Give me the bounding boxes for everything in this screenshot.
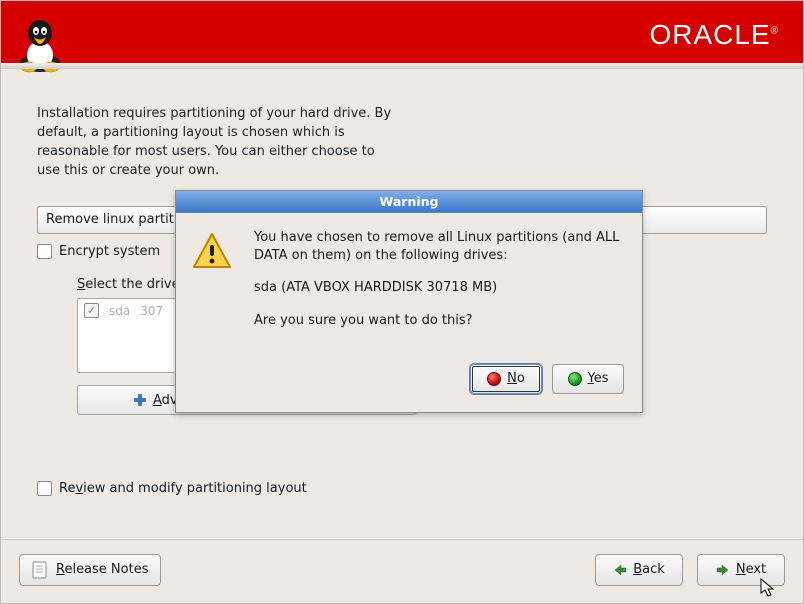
dialog-text: You have chosen to remove all Linux part… (254, 229, 624, 344)
review-label: Review and modify partitioning layout (59, 481, 307, 496)
drive-size: 307 (140, 304, 163, 318)
yes-button[interactable]: Yes (552, 364, 624, 394)
header: ORACLE® (1, 1, 803, 69)
arrow-left-icon (613, 564, 627, 576)
document-icon (32, 561, 48, 579)
release-notes-button[interactable]: Release Notes (19, 554, 161, 586)
yes-icon (568, 372, 582, 386)
encrypt-label: Encrypt system (59, 244, 160, 259)
arrow-right-icon (716, 564, 730, 576)
no-icon (487, 372, 501, 386)
next-button[interactable]: Next (697, 554, 785, 586)
back-button[interactable]: Back (595, 554, 683, 586)
checkbox-icon[interactable] (37, 244, 52, 259)
warning-icon (190, 231, 234, 271)
checkbox-icon[interactable] (37, 481, 52, 496)
warning-dialog: Warning You have chosen to remove all Li… (175, 190, 643, 413)
dialog-title: Warning (176, 191, 642, 213)
intro-text: Installation requires partitioning of yo… (37, 105, 397, 180)
footer: Release Notes Back Next (1, 539, 803, 599)
drive-dev: sda (109, 304, 130, 318)
review-checkbox-row[interactable]: Review and modify partitioning layout (37, 481, 307, 496)
oracle-logo: ORACLE® (649, 19, 779, 51)
partition-method-label: Remove linux partit (46, 212, 174, 227)
checkbox-icon[interactable]: ✓ (84, 303, 99, 318)
no-button[interactable]: No (470, 364, 542, 394)
plus-icon (133, 393, 147, 407)
